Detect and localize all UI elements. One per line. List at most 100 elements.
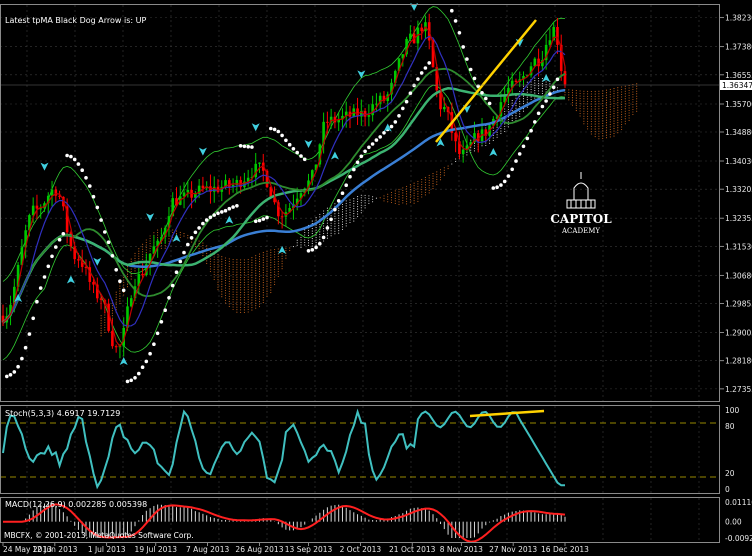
cloud-dot <box>541 90 543 92</box>
sar-dot <box>306 249 311 253</box>
cloud-dot <box>504 130 506 133</box>
cloud-dot <box>545 88 547 91</box>
cloud-dot <box>142 256 144 258</box>
cloud-dot <box>605 112 608 114</box>
current-price-label: 1.36347 <box>722 81 752 90</box>
cloud-dot <box>519 103 521 105</box>
cloud-dot <box>587 100 589 102</box>
cloud-dot <box>330 222 332 224</box>
cloud-dot <box>247 263 249 266</box>
cloud-dot <box>213 276 215 278</box>
cloud-dot <box>594 106 596 108</box>
cloud-dot <box>119 298 121 300</box>
macd-tick-label: 0.00 <box>725 518 742 527</box>
cloud-dot <box>617 129 619 131</box>
sar-dot <box>487 101 492 106</box>
cloud-dot <box>213 271 215 273</box>
cloud-dot <box>334 220 336 222</box>
cloud-dot <box>613 110 615 112</box>
cloud-dot <box>111 310 113 312</box>
cloud-dot <box>326 237 328 239</box>
cloud-dot <box>277 275 279 278</box>
cloud-dot <box>341 213 344 215</box>
cloud-dot <box>134 267 136 269</box>
cloud-dot <box>255 282 257 284</box>
cloud-dot <box>187 237 189 239</box>
cloud-dot <box>621 101 623 103</box>
date-label: 1 Jul 2013 <box>88 545 126 554</box>
cloud-dot <box>213 266 215 268</box>
cloud-dot <box>115 299 117 301</box>
sar-dot <box>231 205 235 209</box>
cloud-dot <box>262 257 264 259</box>
date-label: 13 Sep 2013 <box>285 545 333 554</box>
cloud-dot <box>240 261 242 263</box>
sar-dot <box>201 221 205 226</box>
cloud-dot <box>266 280 268 282</box>
price-tick-label: 1.37380 <box>725 43 752 52</box>
sar-dot <box>397 114 401 118</box>
cloud-dot <box>126 266 129 268</box>
cloud-dot <box>240 279 242 281</box>
sar-dot <box>404 99 409 104</box>
cloud-dot <box>428 174 430 176</box>
date-label: 16 Dec 2013 <box>541 545 589 554</box>
sar-dot <box>69 154 73 159</box>
cloud-dot <box>270 277 272 279</box>
cloud-dot <box>240 311 242 313</box>
candle-body <box>461 149 465 154</box>
cloud-dot <box>323 210 325 212</box>
cloud-dot <box>258 276 261 278</box>
cloud-dot <box>266 285 268 287</box>
sar-dot <box>461 45 466 49</box>
cloud-dot <box>375 197 377 199</box>
sar-dot <box>506 174 511 178</box>
cloud-dot <box>315 219 317 221</box>
cloud-dot <box>258 271 261 273</box>
cloud-dot <box>255 280 257 282</box>
sar-dot <box>393 120 398 124</box>
cloud-dot <box>530 88 532 91</box>
cloud-dot <box>274 251 276 253</box>
cloud-dot <box>209 268 211 270</box>
cloud-dot <box>334 213 336 215</box>
cloud-dot <box>632 96 634 98</box>
cloud-dot <box>406 203 408 205</box>
cloud-dot <box>232 273 234 276</box>
cloud-dot <box>243 294 245 296</box>
cloud-dot <box>511 117 513 119</box>
cloud-dot <box>602 132 604 134</box>
cloud-dot <box>579 90 581 92</box>
sar-dot <box>529 128 533 133</box>
cloud-dot <box>387 198 389 200</box>
cloud-dot <box>394 192 396 194</box>
sar-dot <box>42 275 47 279</box>
cloud-dot <box>583 98 585 100</box>
cloud-dot <box>598 123 600 125</box>
cloud-dot <box>296 239 298 241</box>
cloud-dot <box>266 270 268 272</box>
sar-dot <box>235 204 239 208</box>
cloud-dot <box>266 250 268 252</box>
cloud-dot <box>507 108 509 110</box>
cloud-dot <box>526 89 528 91</box>
cloud-dot <box>126 286 129 288</box>
cloud-dot <box>149 245 151 247</box>
cloud-dot <box>247 266 249 268</box>
cloud-dot <box>307 242 310 244</box>
cloud-dot <box>602 135 604 137</box>
cloud-dot <box>628 109 630 112</box>
cloud-dot <box>428 184 430 186</box>
stoch-tick-label: 20 <box>725 469 735 478</box>
cloud-dot <box>232 301 234 303</box>
cloud-dot <box>104 321 106 324</box>
cloud-dot <box>236 284 238 286</box>
cloud-dot <box>142 243 144 245</box>
cloud-dot <box>300 239 302 241</box>
cloud-dot <box>247 273 249 276</box>
sar-dot <box>106 240 111 244</box>
cloud-dot <box>194 246 196 248</box>
cloud-dot <box>349 219 351 221</box>
cloud-dot <box>602 115 604 117</box>
cloud-dot <box>379 197 381 199</box>
